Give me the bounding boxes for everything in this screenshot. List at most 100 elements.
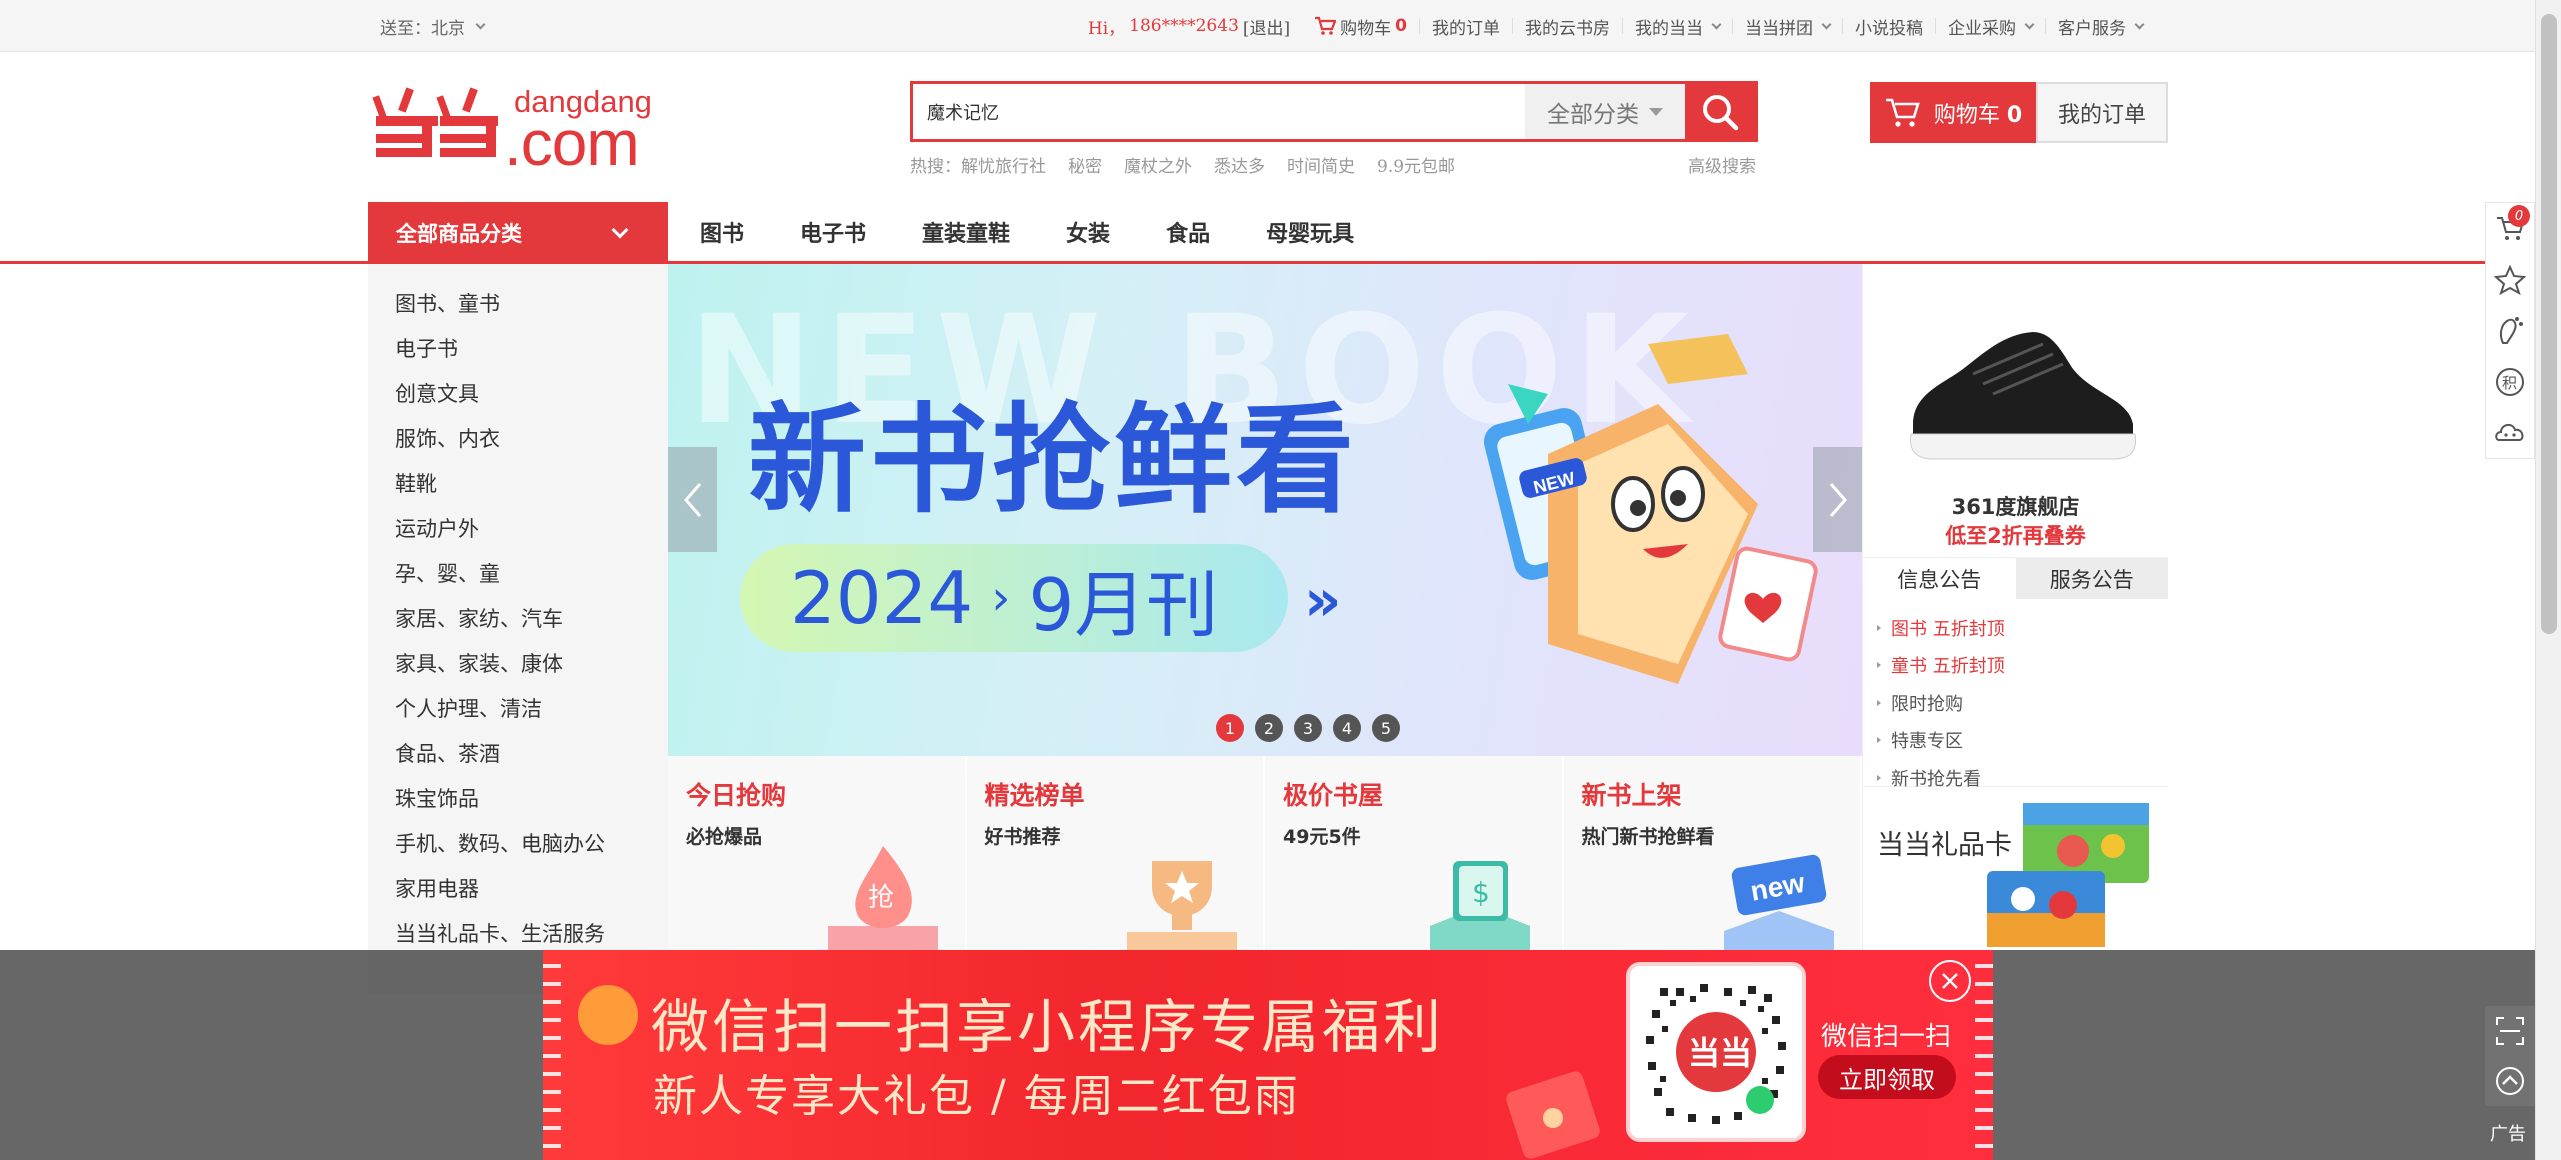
hot-search-link[interactable]: 解忧旅行社 (961, 152, 1046, 177)
search-button[interactable] (1685, 84, 1755, 139)
banner-pagination: 1 2 3 4 5 (1216, 714, 1400, 742)
user-greeting: Hi， 186****2643 [退出] (1076, 14, 1302, 39)
notice-tabs: 信息公告 服务公告 (1863, 557, 2168, 599)
new-sign-icon: new (1723, 854, 1834, 950)
banner-dot[interactable]: 2 (1255, 714, 1283, 742)
category-item[interactable]: 手机、数码、电脑办公 (368, 820, 668, 865)
nav-item-womens[interactable]: 女装 (1066, 216, 1110, 248)
link-label: 当当拼团 (1745, 18, 1813, 39)
tab-service-notices[interactable]: 服务公告 (2015, 558, 2168, 599)
all-categories-button[interactable]: 全部商品分类 (368, 202, 668, 264)
back-to-top-button[interactable] (2485, 1056, 2535, 1106)
notice-item[interactable]: 特惠专区 (1877, 722, 2168, 760)
user-phone[interactable]: 186****2643 (1129, 16, 1239, 36)
banner-prev-button[interactable] (668, 447, 717, 552)
scan-button[interactable] (2485, 1006, 2535, 1056)
toolbar-points-button[interactable]: 积 (2486, 356, 2534, 407)
nav-item-books[interactable]: 图书 (700, 216, 744, 248)
link-enterprise[interactable]: 企业采购 (1936, 14, 2045, 39)
promo-tile-bargain-books[interactable]: 极价书屋 49元5件 $ (1265, 756, 1564, 950)
hot-search-link[interactable]: 悉达多 (1214, 152, 1265, 177)
category-item[interactable]: 家用电器 (368, 865, 668, 910)
red-envelope-decoration (1506, 1071, 1600, 1159)
link-my-orders[interactable]: 我的订单 (1420, 14, 1512, 39)
banner-dot[interactable]: 5 (1372, 714, 1400, 742)
tile-art-text: $ (1472, 876, 1490, 909)
promo-tile-rankings[interactable]: 精选榜单 好书推荐 (966, 756, 1265, 950)
promo-tile-new-arrivals[interactable]: 新书上架 热门新书抢鲜看 new (1563, 756, 1862, 950)
category-item[interactable]: 家具、家装、康体 (368, 640, 668, 685)
category-item[interactable]: 珠宝饰品 (368, 775, 668, 820)
category-item[interactable]: 当当礼品卡、生活服务 (368, 910, 668, 955)
toolbar-favorites-button[interactable] (2486, 254, 2534, 305)
banner-dot[interactable]: 3 (1294, 714, 1322, 742)
top-cart-link[interactable]: 购物车 0 (1302, 14, 1419, 39)
banner-next-button[interactable] (1813, 447, 1862, 552)
promo-tile-flash-sale[interactable]: 今日抢购 必抢爆品 抢 (668, 756, 967, 950)
category-item[interactable]: 运动户外 (368, 505, 668, 550)
notice-item[interactable]: 限时抢购 (1877, 684, 2168, 722)
banner-dot[interactable]: 4 (1333, 714, 1361, 742)
hot-search-link[interactable]: 秘密 (1068, 152, 1102, 177)
ad-361-store[interactable]: 361度旗舰店 低至2折再叠券 (1863, 264, 2168, 557)
chevron-down-icon (611, 221, 629, 239)
nav-item-kids-clothing[interactable]: 童装童鞋 (922, 216, 1010, 248)
cloud-service-icon (2495, 423, 2524, 441)
link-label: 我的订单 (1432, 18, 1500, 39)
tab-info-notices[interactable]: 信息公告 (1863, 558, 2016, 599)
category-item[interactable]: 服饰、内衣 (368, 415, 668, 460)
gift-card-promo[interactable]: 当当礼品卡 (1863, 787, 2168, 957)
sneaker-image (1909, 332, 2137, 460)
link-cloud-library[interactable]: 我的云书房 (1513, 14, 1622, 39)
category-item[interactable]: 孕、婴、童 (368, 550, 668, 595)
hot-search-link[interactable]: 魔杖之外 (1124, 152, 1192, 177)
my-orders-button[interactable]: 我的订单 (2036, 82, 2168, 143)
category-item[interactable]: 家居、家纺、汽车 (368, 595, 668, 640)
notice-item[interactable]: 童书 五折封顶 (1877, 647, 2168, 685)
delivery-location[interactable]: 送至：北京 (380, 0, 486, 52)
toolbar-history-button[interactable] (2486, 305, 2534, 356)
link-label: 小说投稿 (1855, 18, 1923, 39)
ad-claim-button[interactable]: 立即领取 (1818, 1055, 1956, 1099)
advanced-search-link[interactable]: 高级搜索 (1688, 152, 1756, 177)
dangdang-logo[interactable]: dangdang .com (372, 82, 662, 179)
link-my-dangdang[interactable]: 我的当当 (1623, 14, 1732, 39)
link-group-buy[interactable]: 当当拼团 (1733, 14, 1842, 39)
ad-close-button[interactable] (1929, 960, 1971, 1002)
top-bar: 送至：北京 Hi， 186****2643 [退出] 购物车 0 我的订单 我的云… (0, 0, 2535, 52)
scan-icon (2496, 1017, 2524, 1045)
hot-search-link[interactable]: 时间简史 (1287, 152, 1355, 177)
toolbar-service-button[interactable] (2486, 407, 2534, 458)
link-novel-submit[interactable]: 小说投稿 (1843, 14, 1935, 39)
category-item[interactable]: 食品、茶酒 (368, 730, 668, 775)
category-item[interactable]: 图书、童书 (368, 280, 668, 325)
points-glyph: 积 (2502, 374, 2517, 392)
tile-title: 今日抢购 (686, 781, 787, 810)
notice-list: 图书 五折封顶 童书 五折封顶 限时抢购 特惠专区 新书抢先看 (1863, 599, 2168, 790)
book-mascot-illustration: NEW (1483, 334, 1818, 684)
hot-searches: 热搜： 解忧旅行社 秘密 魔杖之外 悉达多 时间简史 9.9元包邮 (910, 152, 1455, 177)
points-icon: 积 (2496, 367, 2524, 396)
banner-dot[interactable]: 1 (1216, 714, 1244, 742)
red-envelope-decoration (578, 985, 638, 1045)
hot-search-link[interactable]: 9.9元包邮 (1377, 152, 1455, 177)
search-category-select[interactable]: 全部分类 (1525, 84, 1685, 139)
category-item[interactable]: 电子书 (368, 325, 668, 370)
link-customer-service[interactable]: 客户服务 (2046, 14, 2155, 39)
category-item[interactable]: 创意文具 (368, 370, 668, 415)
nav-item-ebooks[interactable]: 电子书 (800, 216, 866, 248)
notice-item[interactable]: 图书 五折封顶 (1877, 609, 2168, 647)
chevron-down-icon (1821, 19, 1832, 29)
category-item[interactable]: 鞋靴 (368, 460, 668, 505)
wechat-miniprogram-ad[interactable]: 微信扫一扫享小程序专属福利 新人专享大礼包 / 每周二红包雨 当当 微信扫一扫 … (543, 950, 1993, 1160)
nav-item-food[interactable]: 食品 (1166, 216, 1210, 248)
category-item[interactable]: 个人护理、清洁 (368, 685, 668, 730)
scrollbar-thumb[interactable] (2541, 14, 2557, 634)
page-scrollbar[interactable] (2535, 0, 2561, 1160)
logout-link[interactable]: [退出] (1243, 14, 1290, 39)
search-input[interactable] (913, 84, 1525, 139)
hero-banner[interactable]: NEW BOOK 新书抢鲜看 2024 › 9月刊 » NEW 1 2 3 4 … (668, 264, 1862, 756)
nav-item-baby-toys[interactable]: 母婴玩具 (1266, 216, 1354, 248)
toolbar-cart-button[interactable]: 0 (2486, 203, 2534, 254)
cart-button[interactable]: 购物车 0 (1870, 82, 2036, 143)
